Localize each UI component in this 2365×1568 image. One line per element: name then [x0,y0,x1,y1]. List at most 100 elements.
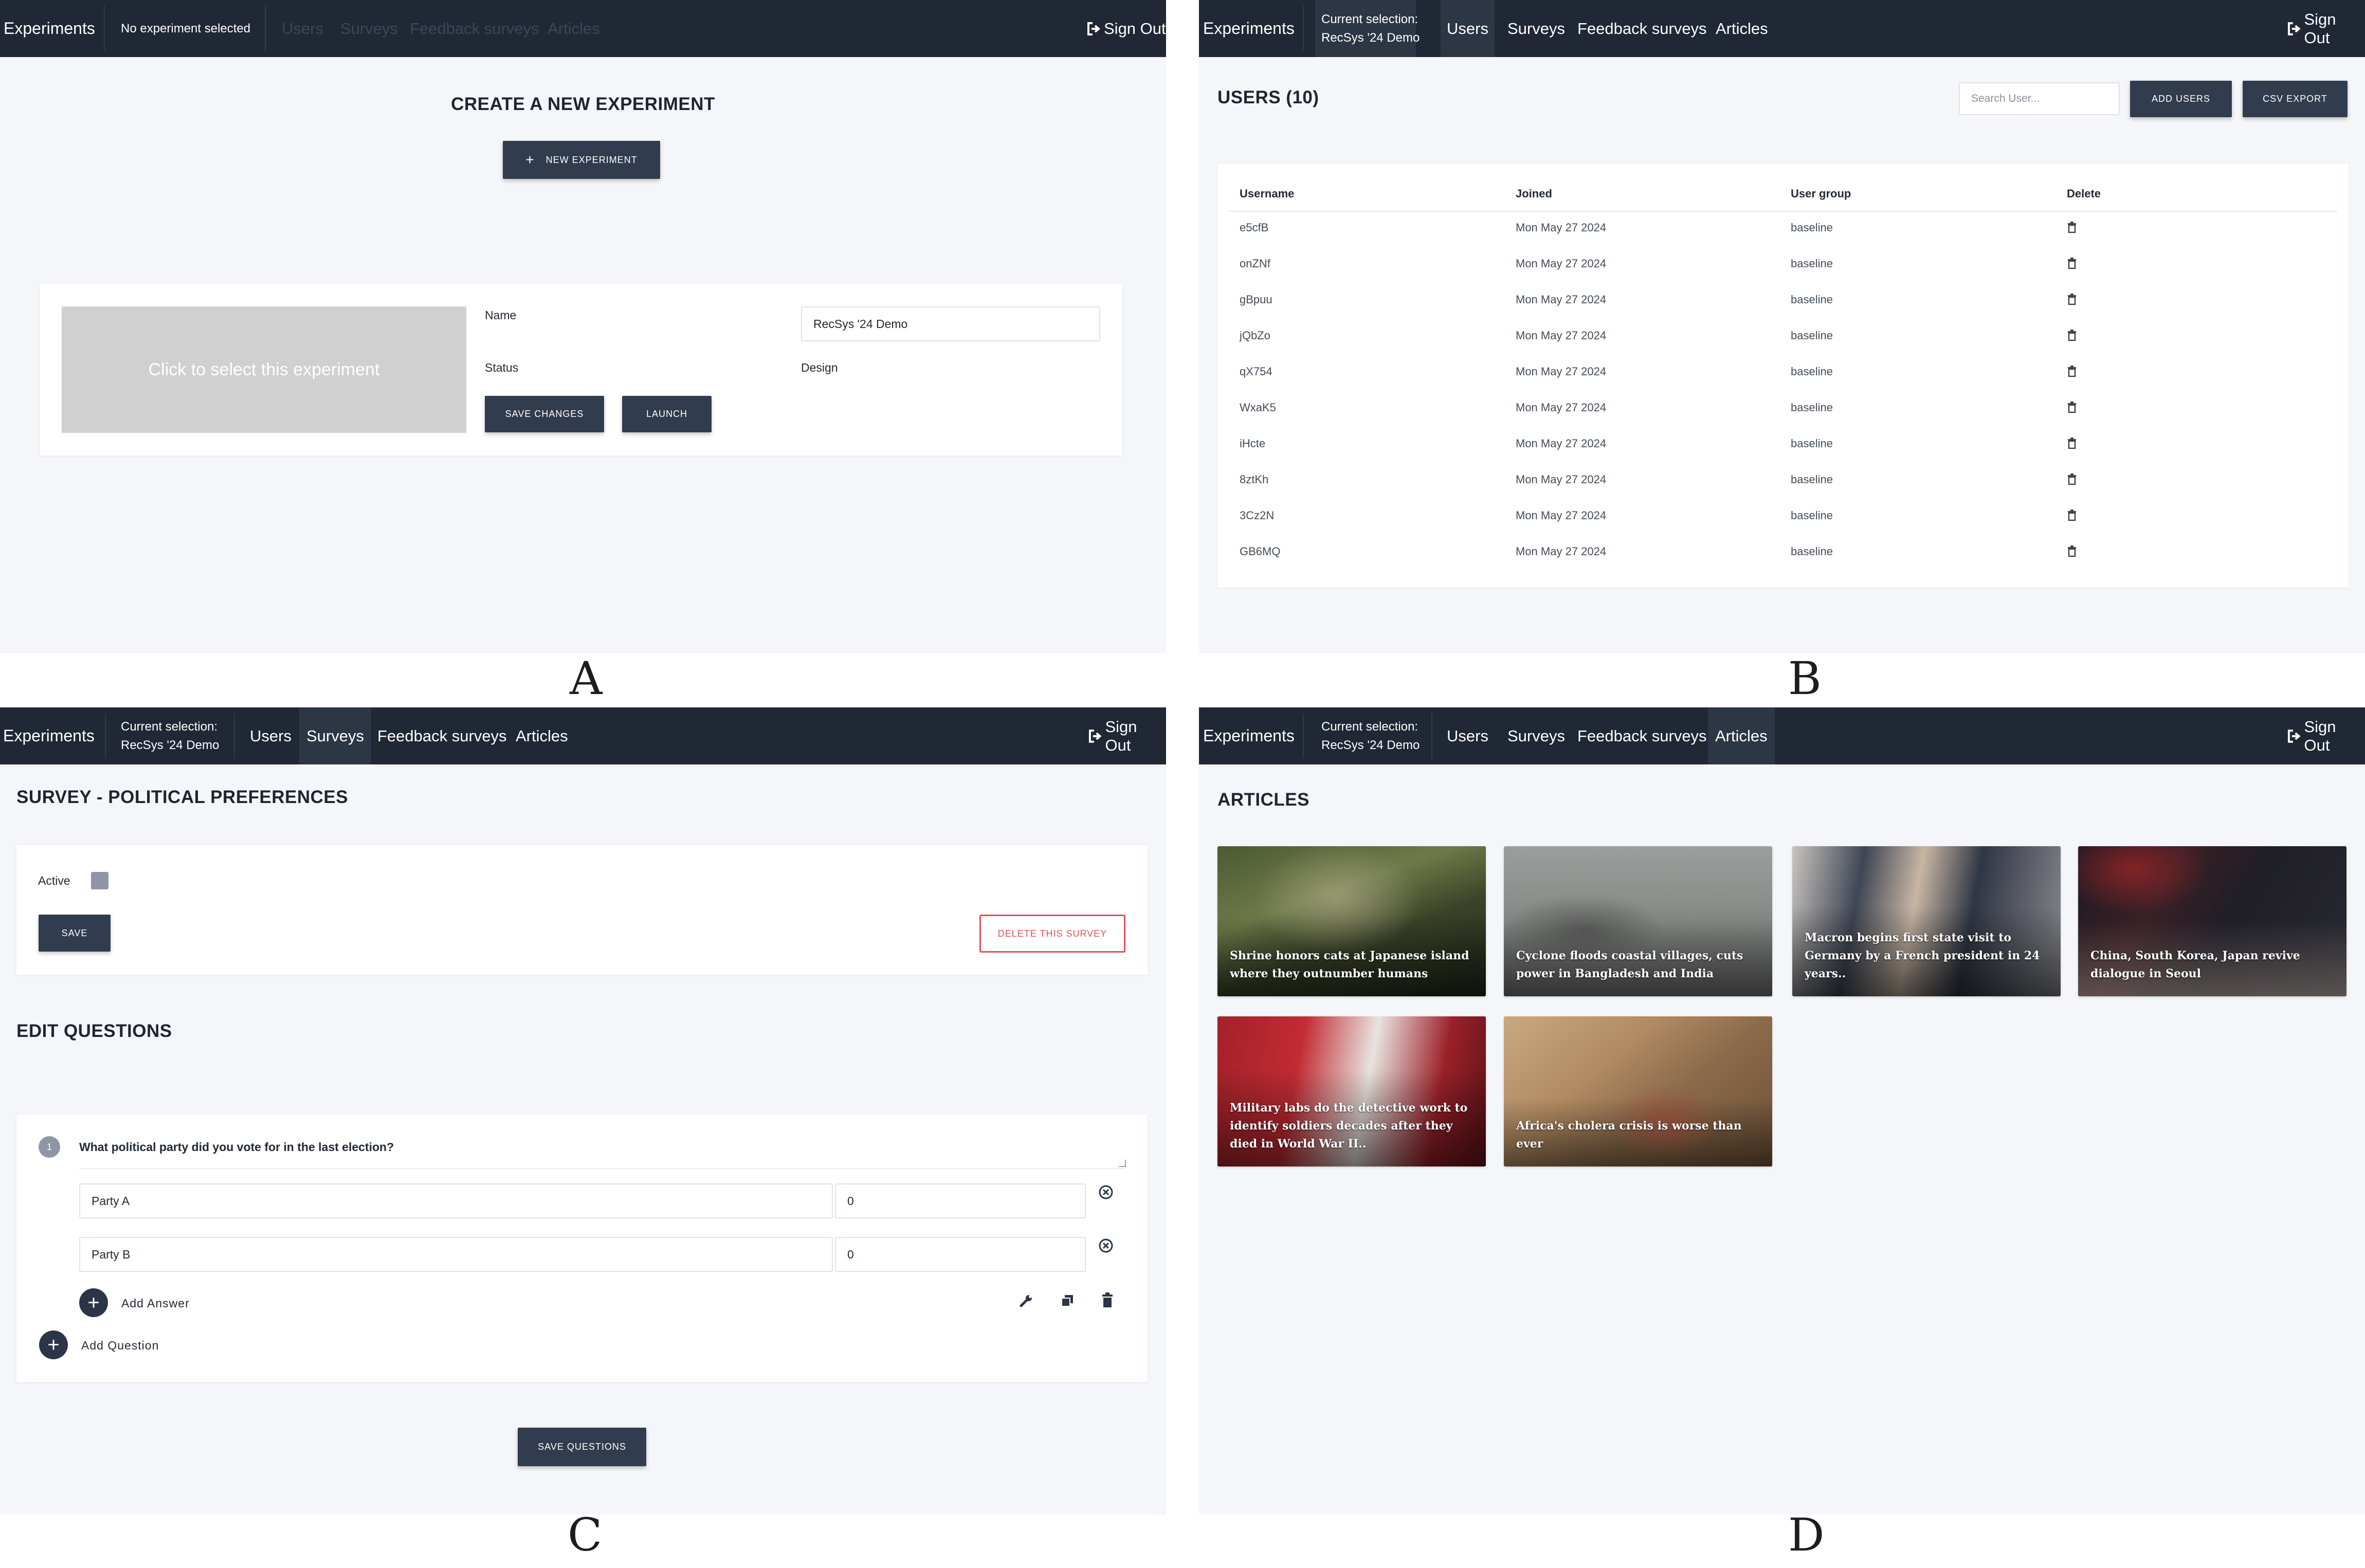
add-answer-icon[interactable]: + [79,1288,108,1317]
selection-caption: Current selection: [121,719,218,734]
active-checkbox[interactable] [91,872,108,889]
new-experiment-button[interactable]: + NEW EXPERIMENT [503,141,660,179]
group-cell: baseline [1791,473,1833,486]
add-question-label[interactable]: Add Question [81,1339,159,1353]
csv-export-button[interactable]: CSV EXPORT [2243,81,2348,117]
save-questions-button[interactable]: SAVE QUESTIONS [518,1428,646,1466]
add-answer-label[interactable]: Add Answer [121,1297,190,1310]
column-username: Username [1240,187,1295,200]
article-card[interactable]: Macron begins first state visit to Germa… [1792,846,2061,996]
save-button[interactable]: SAVE [39,915,111,952]
name-label: Name [485,308,517,322]
article-card[interactable]: Military labs do the detective work to i… [1217,1016,1486,1166]
launch-button[interactable]: LAUNCH [622,396,712,432]
copy-icon[interactable] [1060,1293,1075,1308]
sign-out-button[interactable]: Sign Out [2287,0,2365,57]
nav-divider [1303,714,1304,758]
wrench-icon[interactable] [1019,1293,1033,1308]
selection-caption: Current selection: [1321,719,1418,734]
nav-experiments[interactable]: Experiments [1203,0,1295,57]
sign-out-button[interactable]: Sign Out [1088,707,1166,764]
group-cell: baseline [1791,509,1833,522]
remove-answer-icon[interactable] [1098,1184,1114,1200]
answer-value-input[interactable]: 0 [835,1237,1086,1272]
trash-icon[interactable] [2067,329,2077,341]
table-row: GB6MQ Mon May 27 2024 baseline [1217,545,2349,566]
nav-divider [104,6,105,51]
plus-icon: + [525,152,535,168]
sign-out-icon [2287,729,2301,743]
trash-icon[interactable] [2067,221,2077,233]
username-cell: 3Cz2N [1240,509,1275,522]
answer-text-input[interactable]: Party B [79,1237,833,1272]
article-title: Shrine honors cats at Japanese island wh… [1230,949,1469,980]
nav-articles[interactable]: Articles [548,0,600,57]
experiment-name-input[interactable]: RecSys '24 Demo [801,306,1100,341]
nav-articles[interactable]: Articles [516,707,568,764]
nav-feedback-surveys[interactable]: Feedback surveys [1577,707,1707,764]
joined-cell: Mon May 27 2024 [1516,293,1607,306]
save-changes-button[interactable]: SAVE CHANGES [485,396,604,432]
nav-experiments[interactable]: Experiments [3,707,95,764]
article-card[interactable]: China, South Korea, Japan revive dialogu… [2078,846,2346,996]
nav-divider [1431,714,1432,758]
joined-cell: Mon May 27 2024 [1516,473,1607,486]
nav-users[interactable]: Users [1447,707,1488,764]
nav-articles[interactable]: Articles [1708,707,1775,764]
nav-surveys[interactable]: Surveys [340,0,398,57]
table-row: WxaK5 Mon May 27 2024 baseline [1217,401,2349,422]
add-users-button[interactable]: ADD USERS [2130,81,2232,117]
nav-users[interactable]: Users [250,707,292,764]
table-row: e5cfB Mon May 27 2024 baseline [1217,221,2349,242]
trash-icon[interactable] [2067,293,2077,305]
sign-out-button[interactable]: Sign Out [2287,707,2365,764]
nav-experiments[interactable]: Experiments [4,0,95,57]
nav-divider [234,714,235,758]
nav-experiments[interactable]: Experiments [1203,707,1295,764]
sign-out-label: Sign Out [1104,19,1166,38]
answer-text-input[interactable]: Party A [79,1183,833,1218]
panel-label-c: C [568,1508,603,1561]
selection-value: RecSys '24 Demo [1321,738,1420,752]
add-question-icon[interactable]: + [39,1330,68,1359]
design-label: Design [801,361,838,374]
nav-feedback-surveys[interactable]: Feedback surveys [1577,0,1707,57]
article-card[interactable]: Africa's cholera crisis is worse than ev… [1504,1016,1772,1166]
trash-icon[interactable] [2067,437,2077,449]
search-user-input[interactable]: Search User... [1959,82,2120,115]
experiment-select-area[interactable]: Click to select this experiment [62,306,466,433]
selection-value: RecSys '24 Demo [1321,30,1420,45]
nav-articles[interactable]: Articles [1716,0,1768,57]
remove-answer-icon[interactable] [1098,1238,1114,1253]
nav-surveys[interactable]: Surveys [1507,707,1565,764]
article-title: Cyclone floods coastal villages, cuts po… [1516,949,1743,980]
joined-cell: Mon May 27 2024 [1516,401,1607,414]
experiment-card: Click to select this experiment Name Rec… [40,284,1122,455]
nav-surveys[interactable]: Surveys [299,707,371,764]
nav-feedback-surveys[interactable]: Feedback surveys [410,0,539,57]
answer-value-input[interactable]: 0 [835,1183,1086,1218]
article-card[interactable]: Shrine honors cats at Japanese island wh… [1217,846,1486,996]
nav-users[interactable]: Users [282,0,323,57]
trash-icon[interactable] [2067,401,2077,413]
trash-icon[interactable] [2067,257,2077,269]
table-row: jQbZo Mon May 27 2024 baseline [1217,329,2349,350]
nav-users[interactable]: Users [1441,0,1495,57]
trash-icon[interactable] [2067,365,2077,377]
sign-out-button[interactable]: Sign Out [1086,0,1166,57]
nav-feedback-surveys[interactable]: Feedback surveys [377,707,507,764]
column-delete: Delete [2067,187,2101,200]
delete-survey-button[interactable]: DELETE THIS SURVEY [979,915,1125,953]
trash-icon[interactable] [2067,473,2077,485]
delete-question-icon[interactable] [1101,1292,1114,1308]
nav-divider [1303,6,1304,51]
resize-handle-icon[interactable] [1119,1160,1126,1167]
article-card[interactable]: Cyclone floods coastal villages, cuts po… [1504,846,1772,996]
question-text[interactable]: What political party did you vote for in… [79,1140,394,1154]
survey-settings-card: Active SAVE DELETE THIS SURVEY [16,845,1148,975]
trash-icon[interactable] [2067,509,2077,521]
nav-surveys[interactable]: Surveys [1507,0,1565,57]
trash-icon[interactable] [2067,545,2077,557]
nav-divider [105,714,106,758]
joined-cell: Mon May 27 2024 [1516,437,1607,450]
